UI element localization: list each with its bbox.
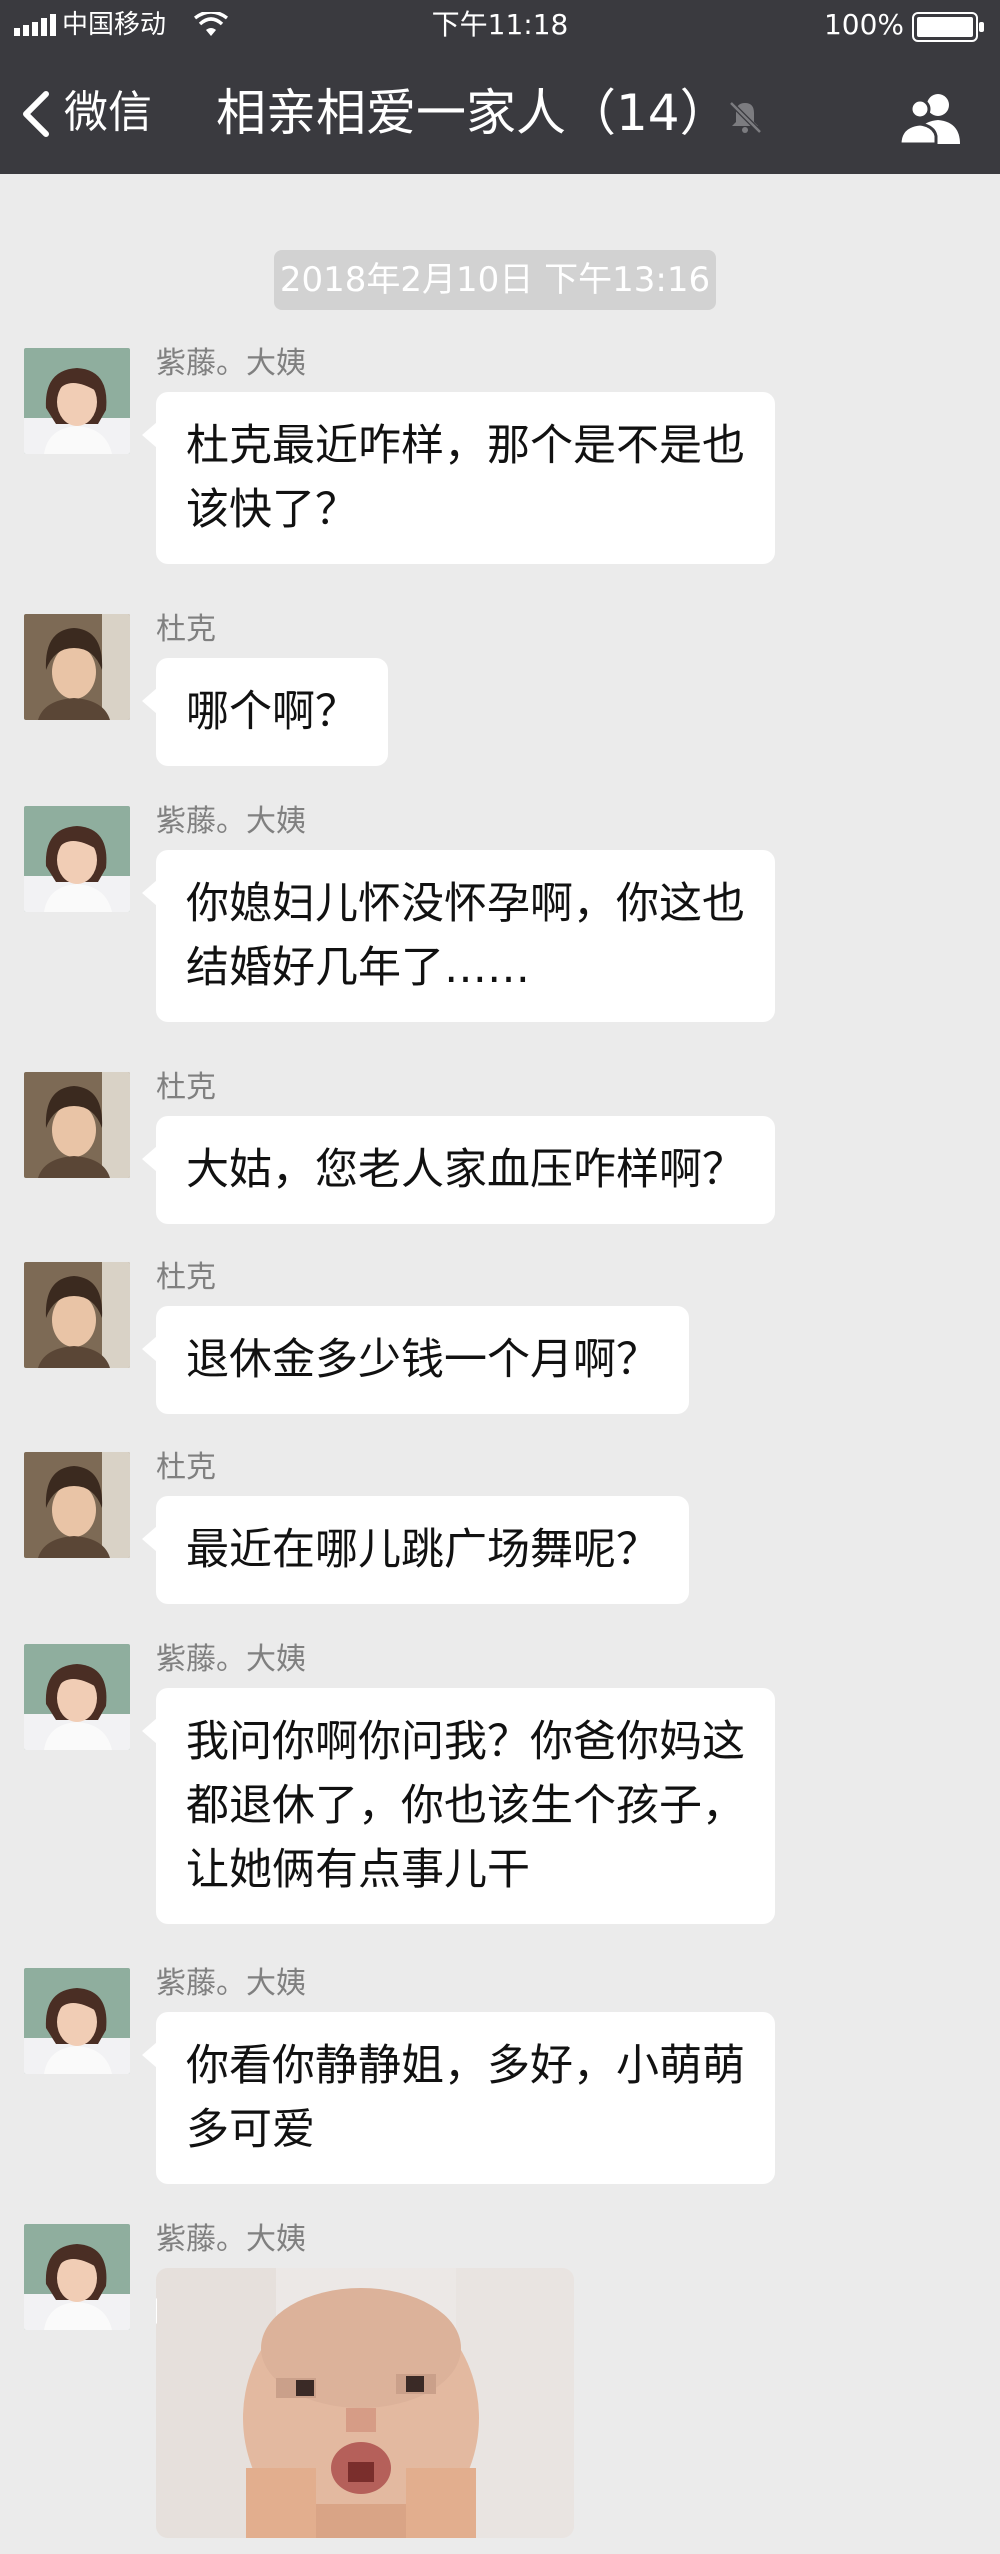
image-message[interactable] (156, 2268, 574, 2538)
sender-name: 杜克 (156, 1260, 216, 1295)
message-bubble[interactable]: 你媳妇儿怀没怀孕啊，你这也 结婚好几年了…… (142, 850, 775, 1022)
message-bubble[interactable]: 退休金多少钱一个月啊？ (142, 1306, 689, 1414)
message-text: 你看你静静姐，多好，小萌萌 (186, 2041, 745, 2091)
avatar[interactable] (24, 2224, 130, 2330)
message-text: 让她俩有点事儿干 (186, 1845, 530, 1895)
avatar[interactable] (24, 348, 130, 454)
sender-name: 紫藤。大姨 (156, 2222, 306, 2257)
message-bubble[interactable]: 我问你啊你问我？你爸你妈这 都退休了，你也该生个孩子， 让她俩有点事儿干 (142, 1688, 775, 1924)
message-text: 杜克最近咋样，那个是不是也 (186, 421, 745, 471)
message-text: 多可爱 (186, 2105, 315, 2155)
message-text: 退休金多少钱一个月啊？ (186, 1335, 659, 1385)
sender-name: 杜克 (156, 612, 216, 647)
sender-name: 紫藤。大姨 (156, 1966, 306, 2001)
battery-percent: 100% (823, 8, 904, 41)
chevron-left-icon (23, 91, 49, 137)
sender-name: 紫藤。大姨 (156, 1642, 306, 1677)
back-label: 微信 (64, 87, 152, 138)
message-text: 最近在哪儿跳广场舞呢？ (186, 1525, 659, 1575)
mute-bell-icon (729, 101, 762, 134)
page-title: 相亲相爱一家人（14） (216, 84, 730, 142)
message-bubble[interactable]: 最近在哪儿跳广场舞呢？ (142, 1496, 689, 1604)
avatar[interactable] (24, 1644, 130, 1750)
message-text: 哪个啊？ (186, 687, 358, 737)
message-bubble[interactable]: 杜克最近咋样，那个是不是也 该快了？ (142, 392, 775, 564)
message-bubble[interactable]: 你看你静静姐，多好，小萌萌 多可爱 (142, 2012, 775, 2184)
message-text: 我问你啊你问我？你爸你妈这 (186, 1717, 745, 1767)
timestamp-pill: 2018年2月10日 下午13:16 (274, 250, 716, 310)
avatar[interactable] (24, 1968, 130, 2074)
battery-icon (912, 12, 984, 42)
avatar[interactable] (24, 1262, 130, 1368)
avatar[interactable] (24, 1452, 130, 1558)
baby-photo (156, 2268, 574, 2538)
sender-name: 紫藤。大姨 (156, 346, 306, 381)
sender-name: 杜克 (156, 1070, 216, 1105)
message-bubble[interactable]: 哪个啊？ (142, 658, 388, 766)
message-text: 结婚好几年了…… (186, 943, 530, 993)
message-text: 你媳妇儿怀没怀孕啊，你这也 (186, 879, 745, 929)
group-members-icon[interactable] (898, 90, 964, 146)
message-text: 都退休了，你也该生个孩子， (186, 1781, 745, 1831)
sender-name: 杜克 (156, 1450, 216, 1485)
sender-name: 紫藤。大姨 (156, 804, 306, 839)
avatar[interactable] (24, 1072, 130, 1178)
status-bar: 中国移动 下午11:18 100% (0, 0, 1000, 50)
chat-header: 微信 相亲相爱一家人（14） (0, 50, 1000, 174)
avatar[interactable] (24, 614, 130, 720)
message-bubble[interactable]: 大姑，您老人家血压咋样啊？ (142, 1116, 775, 1224)
avatar[interactable] (24, 806, 130, 912)
message-text: 该快了？ (186, 485, 358, 535)
message-text: 大姑，您老人家血压咋样啊？ (186, 1145, 745, 1195)
